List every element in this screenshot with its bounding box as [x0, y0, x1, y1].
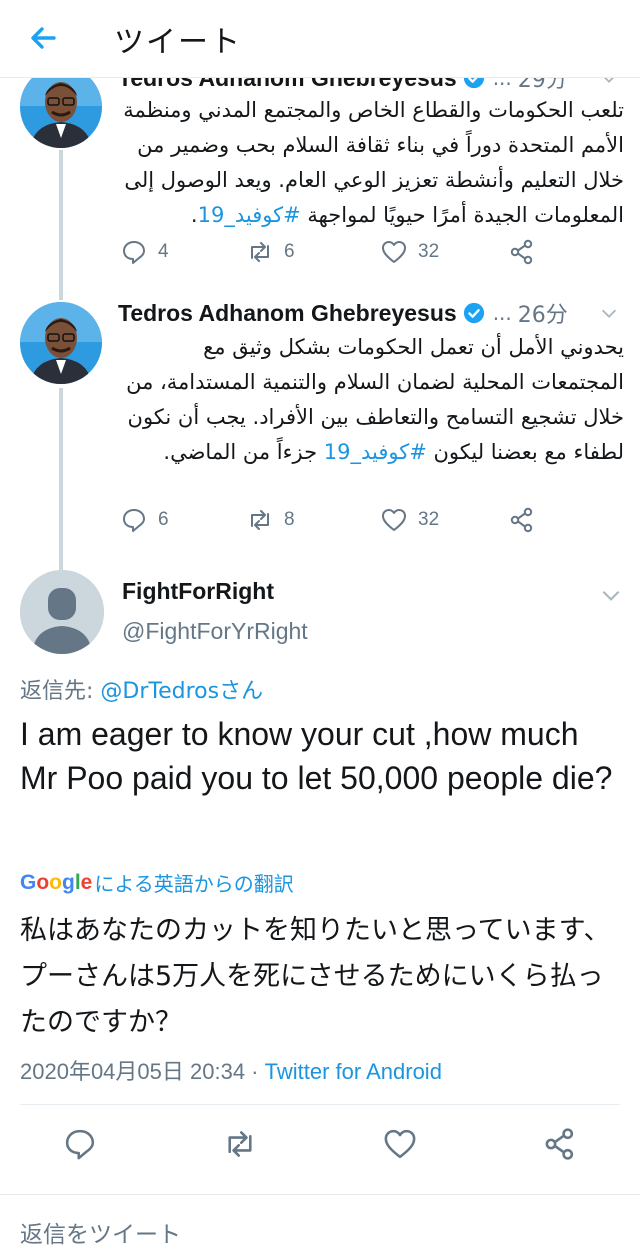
hashtag-link[interactable]: #كوفيد_19	[324, 440, 427, 464]
reply-button[interactable]: 4	[120, 236, 169, 268]
share-icon[interactable]	[542, 1126, 578, 1162]
chevron-down-icon[interactable]	[598, 302, 620, 324]
retweet-count: 8	[284, 509, 295, 530]
author-handle[interactable]: @FightForYrRight	[122, 618, 308, 645]
tweet-actions: 4 6 32	[118, 236, 548, 268]
timestamp[interactable]: 26分	[518, 297, 568, 329]
reply-prefix: 返信先:	[20, 679, 101, 704]
thread-connector	[59, 388, 63, 570]
translate-label: による英語からの翻訳	[94, 872, 294, 896]
avatar[interactable]	[20, 302, 102, 384]
replying-to: 返信先: @DrTedrosさん	[20, 673, 263, 705]
heart-icon[interactable]	[382, 1126, 418, 1162]
retweet-count: 6	[284, 241, 295, 262]
reply-button[interactable]: 6	[120, 504, 169, 536]
reply-count: 4	[158, 241, 169, 262]
like-count: 32	[418, 241, 440, 262]
author-name[interactable]: Tedros Adhanom Ghebreyesus	[118, 300, 457, 327]
tweet-meta: 2020年04月05日 20:34 · Twitter for Android	[20, 1054, 442, 1086]
avatar[interactable]	[20, 66, 102, 148]
default-profile-icon	[20, 570, 104, 654]
tweet-text-end: جزءاً من الماضي.	[163, 440, 324, 464]
share-icon	[510, 239, 533, 265]
retweet-button[interactable]: 6	[246, 236, 295, 268]
retweet-icon	[251, 510, 269, 530]
handle-truncated: ...	[492, 301, 512, 325]
share-button[interactable]	[508, 236, 536, 268]
tweet-text: I am eager to know your cut ,how much Mr…	[20, 716, 613, 796]
tweet-header: Tedros Adhanom Ghebreyesus ... 26分	[118, 297, 620, 329]
tweet-text-end: .	[190, 203, 198, 227]
tweet-actions: 6 8 32	[118, 504, 548, 536]
mention-link[interactable]: @DrTedrosさん	[100, 679, 263, 704]
like-button[interactable]: 32	[380, 236, 439, 268]
reply-composer[interactable]: 返信をツイート	[0, 1194, 640, 1259]
client-link[interactable]: Twitter for Android	[265, 1059, 442, 1084]
divider	[20, 1104, 620, 1105]
like-button[interactable]: 32	[380, 504, 439, 536]
hashtag-link[interactable]: #كوفيد_19	[198, 203, 301, 227]
share-icon	[510, 507, 533, 533]
top-app-bar: ツイート	[0, 0, 640, 78]
tweet-text: تلعب الحكومات والقطاع الخاص والمجتمع الم…	[118, 93, 624, 233]
translated-text: 私はあなたのカットを知りたいと思っています、プーさんは5万人を死にさせるためにい…	[20, 915, 611, 1038]
heart-icon	[382, 509, 406, 531]
retweet-icon[interactable]	[222, 1126, 258, 1162]
heart-icon	[382, 241, 406, 263]
reply-input-placeholder[interactable]: 返信をツイート	[20, 1215, 181, 1249]
share-button[interactable]	[508, 504, 536, 536]
main-tweet-actions	[0, 1124, 640, 1164]
translation-attribution[interactable]: Google による英語からの翻訳	[20, 868, 294, 897]
verified-badge-icon	[463, 302, 484, 324]
reply-count: 6	[158, 509, 169, 530]
reply-icon[interactable]	[62, 1126, 98, 1162]
tweet-text: يحدوني الأمل أن تعمل الحكومات بشكل وثيق …	[118, 330, 624, 470]
back-arrow-icon[interactable]	[24, 18, 64, 58]
retweet-icon	[251, 242, 269, 262]
meta-separator: ·	[245, 1059, 265, 1084]
chevron-down-icon[interactable]	[598, 582, 624, 608]
page-title: ツイート	[114, 25, 242, 60]
avatar-default[interactable]	[20, 570, 104, 654]
tweet-timestamp: 2020年04月05日 20:34	[20, 1059, 246, 1084]
reply-icon	[123, 509, 145, 532]
author-name[interactable]: FightForRight	[122, 578, 274, 605]
reply-icon	[123, 241, 145, 264]
like-count: 32	[418, 509, 440, 530]
thread-connector	[59, 150, 63, 300]
google-logo: Google	[20, 870, 93, 894]
retweet-button[interactable]: 8	[246, 504, 295, 536]
